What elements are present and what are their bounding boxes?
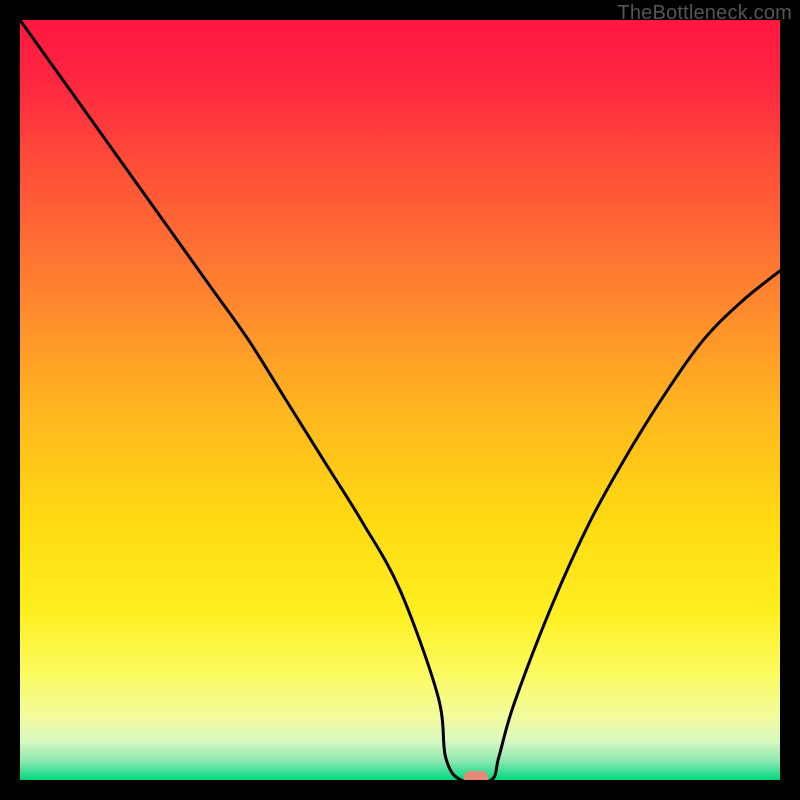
chart-frame: TheBottleneck.com (0, 0, 800, 800)
chart-svg (20, 20, 780, 780)
watermark-text: TheBottleneck.com (617, 2, 792, 25)
gradient-background (20, 20, 780, 780)
plot-area (20, 20, 780, 780)
optimum-marker (464, 771, 488, 780)
